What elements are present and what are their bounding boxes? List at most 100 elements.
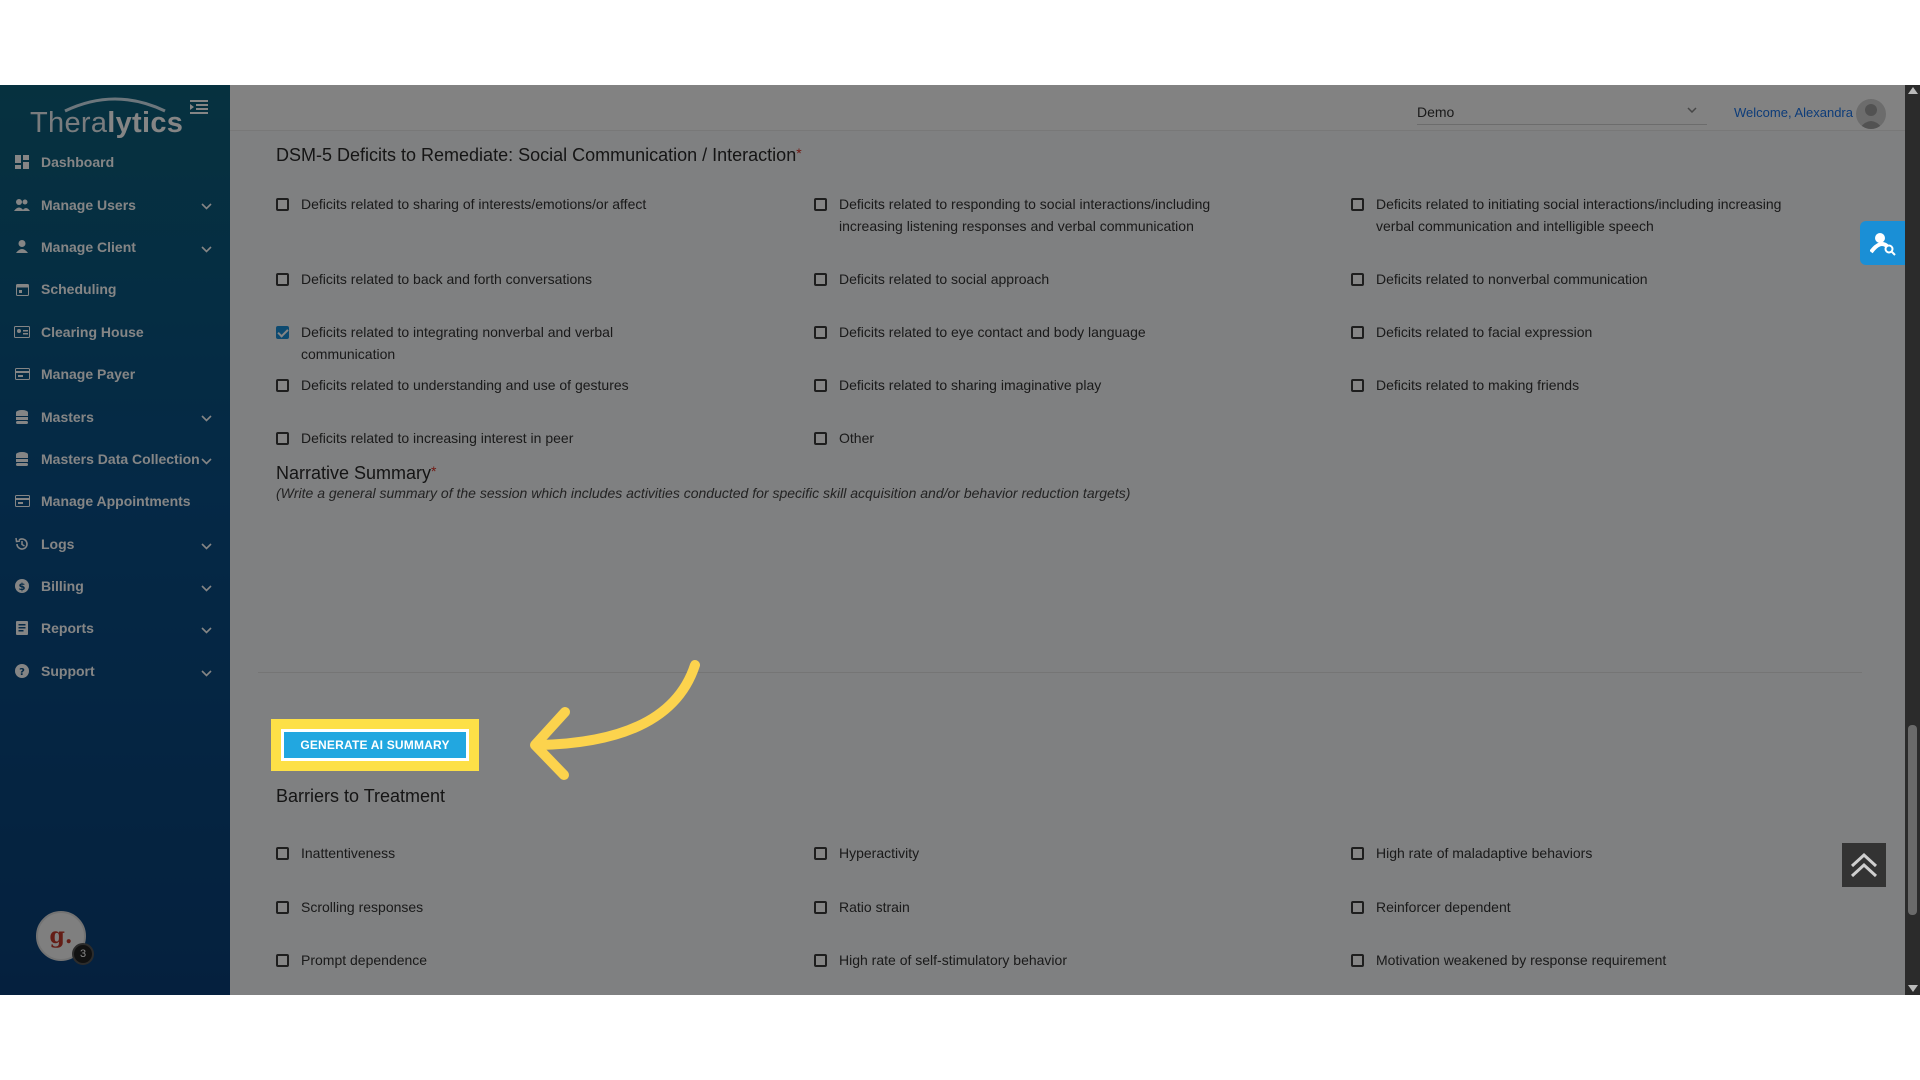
checkbox[interactable] (276, 847, 289, 860)
sidebar-item-support[interactable]: ? Support (0, 650, 230, 692)
checkbox[interactable] (814, 198, 827, 211)
svg-text:?: ? (19, 667, 25, 678)
checkbox-option[interactable]: Scrolling responses (276, 896, 696, 918)
checkbox-option[interactable]: Deficits related to social approach (814, 268, 1234, 290)
checkbox-option[interactable]: Reinforcer dependent (1351, 896, 1821, 918)
sidebar-item-label: Dashboard (41, 154, 115, 171)
menu-toggle-icon[interactable] (190, 99, 208, 117)
sidebar-item-clearing-house[interactable]: Clearing House (0, 311, 230, 353)
checkbox-option[interactable]: Deficits related to facial expression (1351, 321, 1821, 343)
checkbox[interactable] (814, 847, 827, 860)
sidebar-item-label: Reports (41, 620, 94, 637)
checkbox-option[interactable]: High rate of maladaptive behaviors (1351, 842, 1821, 864)
sidebar-item-manage-appointments[interactable]: Manage Appointments (0, 480, 230, 522)
sidebar-item-label: Manage Appointments (41, 493, 191, 510)
generate-ai-summary-button[interactable]: GENERATE AI SUMMARY (281, 729, 469, 761)
checkbox[interactable] (276, 198, 289, 211)
checkbox-option[interactable]: Deficits related to back and forth conve… (276, 268, 696, 290)
generate-button-highlight: GENERATE AI SUMMARY (271, 719, 479, 771)
top-bar: Demo Welcome, Alexandra (230, 85, 1905, 131)
checkbox[interactable] (1351, 198, 1364, 211)
checkbox-label: High rate of self-stimulatory behavior (839, 952, 1067, 968)
checkbox-label: Deficits related to facial expression (1376, 324, 1593, 340)
chevron-down-icon (201, 579, 212, 595)
checkbox-label: Scrolling responses (301, 899, 424, 915)
checkbox-option[interactable]: Motivation weakened by response requirem… (1351, 949, 1821, 971)
checkbox-option[interactable]: Deficits related to making friends (1351, 374, 1821, 396)
checkbox[interactable] (814, 379, 827, 392)
sidebar-item-dashboard[interactable]: Dashboard (0, 141, 230, 183)
checkbox-option[interactable]: Hyperactivity (814, 842, 1234, 864)
user-search-button[interactable] (1860, 221, 1905, 265)
scrollbar-thumb[interactable] (1908, 725, 1917, 915)
sidebar-item-masters[interactable]: Masters (0, 395, 230, 437)
calendar-icon (14, 281, 30, 297)
checkbox[interactable] (1351, 273, 1364, 286)
sidebar: Theralytics Dashboard Manage Users Manage … (0, 85, 230, 995)
checkbox-label: Deficits related to social approach (839, 271, 1050, 287)
sidebar-item-manage-client[interactable]: Manage Client (0, 226, 230, 268)
sidebar-item-billing[interactable]: $ Billing (0, 565, 230, 607)
checkbox[interactable] (1351, 901, 1364, 914)
sidebar-item-reports[interactable]: Reports (0, 607, 230, 649)
app-frame: Theralytics Dashboard Manage Users Manage … (0, 85, 1920, 995)
checkbox[interactable] (276, 273, 289, 286)
welcome-text[interactable]: Welcome, Alexandra (1734, 105, 1853, 120)
dollar-icon: $ (14, 578, 30, 594)
checkbox-option[interactable]: Prompt dependence (276, 949, 696, 971)
sidebar-item-logs[interactable]: Logs (0, 523, 230, 565)
checkbox-label: Prompt dependence (301, 952, 428, 968)
checkbox-option[interactable]: Inattentiveness (276, 842, 696, 864)
chevron-down-icon (201, 621, 212, 637)
sidebar-item-label: Billing (41, 578, 84, 595)
scroll-to-top-button[interactable] (1842, 843, 1886, 887)
checkbox[interactable] (1351, 326, 1364, 339)
checkbox-option[interactable]: Deficits related to eye contact and body… (814, 321, 1234, 343)
sidebar-item-label: Clearing House (41, 323, 144, 340)
sidebar-item-manage-users[interactable]: Manage Users (0, 183, 230, 225)
avatar[interactable] (1856, 99, 1886, 129)
checkbox[interactable] (276, 901, 289, 914)
checkbox[interactable] (276, 326, 289, 339)
database-icon (14, 409, 30, 425)
chevron-down-icon (201, 197, 212, 213)
checkbox[interactable] (814, 432, 827, 445)
checkbox-option[interactable]: Deficits related to nonverbal communicat… (1351, 268, 1821, 290)
checkbox-option[interactable]: Deficits related to responding to social… (814, 193, 1234, 237)
scroll-down-arrow-icon[interactable] (1908, 985, 1918, 992)
page-scrollbar[interactable] (1905, 85, 1920, 995)
checkbox[interactable] (276, 379, 289, 392)
checkbox[interactable] (814, 326, 827, 339)
checkbox-option[interactable]: Deficits related to integrating nonverba… (276, 321, 696, 365)
sidebar-item-masters-data-collection[interactable]: Masters Data Collection (0, 438, 230, 480)
checkbox[interactable] (1351, 954, 1364, 967)
checkbox-option[interactable]: Ratio strain (814, 896, 1234, 918)
chevron-down-icon (201, 452, 212, 468)
sidebar-item-manage-payer[interactable]: Manage Payer (0, 353, 230, 395)
checkbox-label: Hyperactivity (839, 845, 920, 861)
checkbox[interactable] (814, 954, 827, 967)
checkbox-option[interactable]: Other (814, 427, 1234, 449)
checkbox[interactable] (814, 901, 827, 914)
double-chevron-up-icon (1850, 852, 1878, 878)
chat-widget-count: 3 (72, 943, 94, 965)
narrative-summary-textarea[interactable] (258, 503, 1862, 673)
checkbox[interactable] (814, 273, 827, 286)
checkbox[interactable] (276, 432, 289, 445)
checkbox-option[interactable]: Deficits related to sharing imaginative … (814, 374, 1234, 396)
checkbox-option[interactable]: Deficits related to sharing of interests… (276, 193, 696, 215)
checkbox[interactable] (276, 954, 289, 967)
checkbox-option[interactable]: Deficits related to initiating social in… (1351, 193, 1821, 237)
scroll-up-arrow-icon[interactable] (1908, 87, 1918, 94)
help-icon: ? (14, 663, 30, 679)
checkbox[interactable] (1351, 847, 1364, 860)
checkbox[interactable] (1351, 379, 1364, 392)
sidebar-item-scheduling[interactable]: Scheduling (0, 268, 230, 310)
logo-bold: lytics (107, 107, 184, 139)
checkbox-label: Reinforcer dependent (1376, 899, 1511, 915)
checkbox-option[interactable]: High rate of self-stimulatory behavior (814, 949, 1234, 971)
checkbox-option[interactable]: Deficits related to increasing interest … (276, 427, 696, 449)
checkbox-option[interactable]: Deficits related to understanding and us… (276, 374, 696, 396)
main-content: DSM-5 Deficits to Remediate: Social Comm… (230, 131, 1905, 995)
organization-select[interactable]: Demo (1417, 97, 1707, 125)
